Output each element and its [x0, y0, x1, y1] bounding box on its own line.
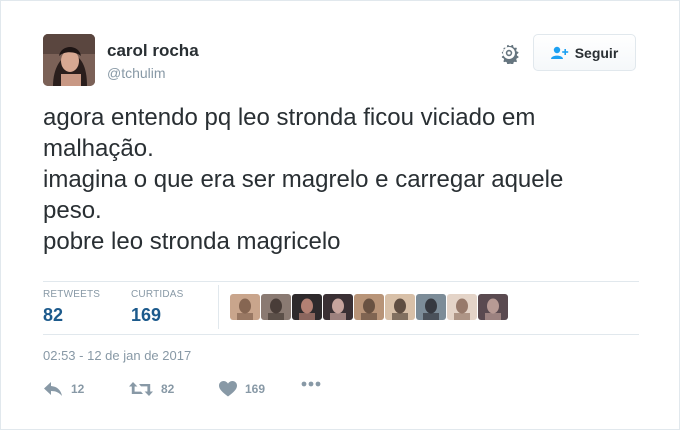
avatar-image — [43, 34, 95, 86]
like-count: 169 — [245, 382, 266, 396]
reply-count: 12 — [71, 382, 85, 396]
tweet-timestamp[interactable]: 02:53 - 12 de jan de 2017 — [43, 348, 191, 363]
tweet-text: agora entendo pq leo stronda ficou vicia… — [43, 102, 643, 257]
retweet-count: 82 — [161, 382, 175, 396]
retweet-icon — [129, 382, 153, 396]
add-user-icon — [550, 46, 568, 59]
tweet-line: imagina o que era ser magrelo e carregar… — [43, 166, 564, 193]
liker-avatar[interactable] — [416, 294, 446, 320]
liker-avatar[interactable] — [385, 294, 415, 320]
follow-button[interactable]: Seguir — [533, 34, 636, 71]
user-name[interactable]: carol rocha — [107, 41, 199, 61]
retweets-stat[interactable]: RETWEETS 82 — [43, 289, 100, 326]
liker-avatar[interactable] — [447, 294, 477, 320]
tweet-line: peso. — [43, 197, 102, 224]
gear-icon[interactable] — [498, 42, 520, 65]
stats-separator — [218, 285, 219, 329]
liker-avatar[interactable] — [261, 294, 291, 320]
user-handle[interactable]: @tchulim — [107, 65, 166, 81]
avatar[interactable] — [43, 34, 95, 86]
liker-avatar[interactable] — [230, 294, 260, 320]
liker-avatars — [230, 294, 508, 320]
stats-divider-top — [43, 281, 639, 282]
tweet-line: pobre leo stronda magricelo — [43, 228, 341, 255]
tweet-line: malhação. — [43, 135, 154, 162]
reply-button[interactable]: 12 — [43, 381, 84, 397]
retweet-button[interactable]: 82 — [129, 381, 174, 397]
like-button[interactable]: 169 — [219, 381, 265, 397]
more-button[interactable] — [301, 381, 321, 387]
likes-stat[interactable]: CURTIDAS 169 — [131, 289, 184, 326]
likes-label: CURTIDAS — [131, 289, 184, 300]
liker-avatar[interactable] — [478, 294, 508, 320]
stats-divider-bottom — [43, 334, 639, 335]
tweet-card: carol rocha @tchulim Seguir agora entend… — [0, 0, 680, 430]
liker-avatar[interactable] — [323, 294, 353, 320]
tweet-line: agora entendo pq leo stronda ficou vicia… — [43, 104, 536, 131]
retweets-label: RETWEETS — [43, 289, 101, 300]
heart-icon — [219, 381, 237, 397]
liker-avatar[interactable] — [354, 294, 384, 320]
likes-count: 169 — [131, 305, 162, 325]
more-icon — [301, 381, 321, 387]
reply-icon — [44, 382, 62, 396]
follow-button-label: Seguir — [574, 44, 619, 61]
liker-avatar[interactable] — [292, 294, 322, 320]
retweets-count: 82 — [43, 305, 64, 325]
